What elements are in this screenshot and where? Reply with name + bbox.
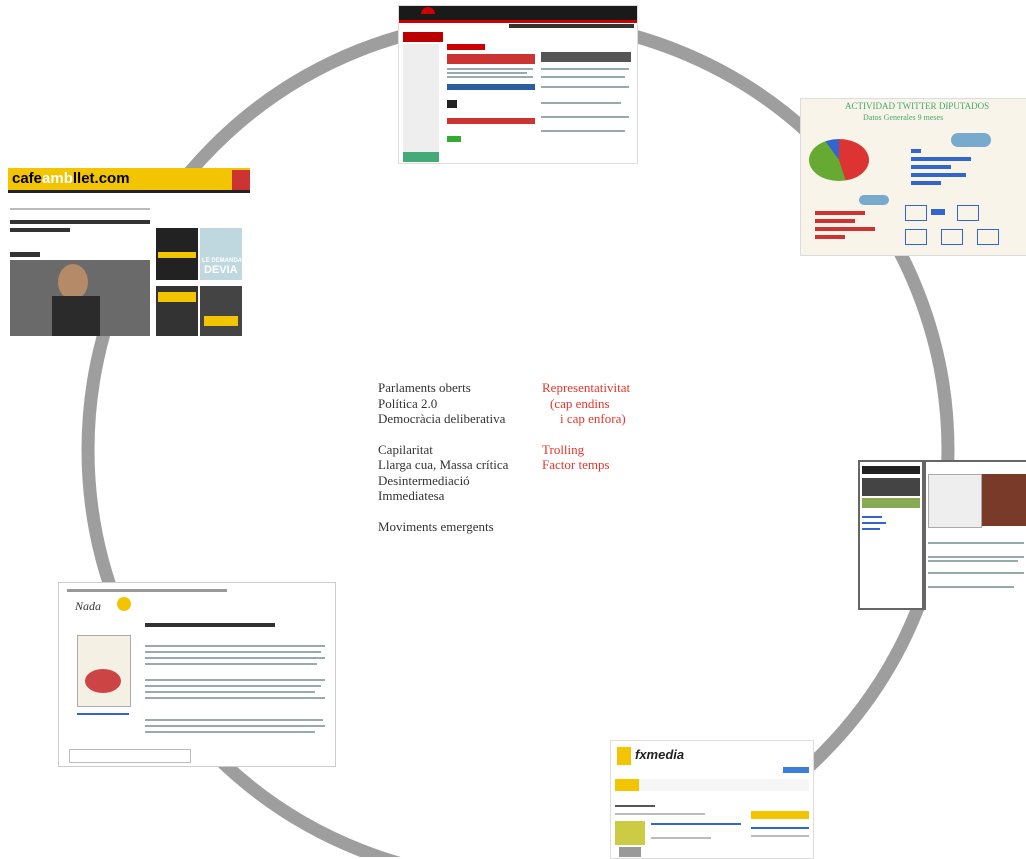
cafe-badge-2: DEVIA (204, 264, 238, 276)
concept-item: Política 2.0 (378, 395, 438, 411)
fxmedia-site-thumbnail[interactable]: fxmedia (610, 740, 814, 859)
risks-list: Representativitat (cap endins i cap enfo… (542, 380, 630, 473)
concept-item: Parlaments oberts (378, 380, 471, 395)
fxmedia-logo: fxmedia (635, 747, 685, 762)
nada-blog-thumbnail[interactable]: Nada (58, 582, 336, 767)
twitter-infographic-thumbnail[interactable]: ACTIVIDAD TWITTER DIPUTADOS Datos Genera… (800, 98, 1026, 256)
cafe-logo: cafeambllet.com (12, 170, 130, 187)
nada-logo: Nada (75, 599, 102, 613)
concept-item: Desintermediació (378, 472, 470, 488)
infographic-title: ACTIVIDAD TWITTER DIPUTADOS (845, 101, 990, 111)
risk-item: Representativitat (542, 380, 631, 395)
concepts-list: Parlaments oberts Política 2.0 Democràci… (378, 380, 508, 534)
concept-item: Capilaritat (378, 441, 433, 457)
cafeambllet-site-thumbnail[interactable]: cafeambllet.com LE DEMANDA DEVIA (8, 168, 250, 336)
risk-item: Factor temps (542, 457, 610, 472)
risk-item: (cap endins (550, 395, 610, 411)
concept-item: Immediatesa (378, 488, 445, 503)
parliament-site-thumbnail[interactable] (398, 5, 638, 164)
infographic-subtitle: Datos Generales 9 meses (863, 113, 944, 122)
risk-item: Trolling (542, 441, 585, 457)
concept-item: Moviments emergents (378, 518, 494, 534)
concept-item: Llarga cua, Massa crítica (378, 457, 509, 472)
mashup-site-thumbnail[interactable] (858, 460, 1026, 610)
risk-item: i cap enfora) (560, 411, 626, 426)
concept-item: Democràcia deliberativa (378, 411, 506, 426)
